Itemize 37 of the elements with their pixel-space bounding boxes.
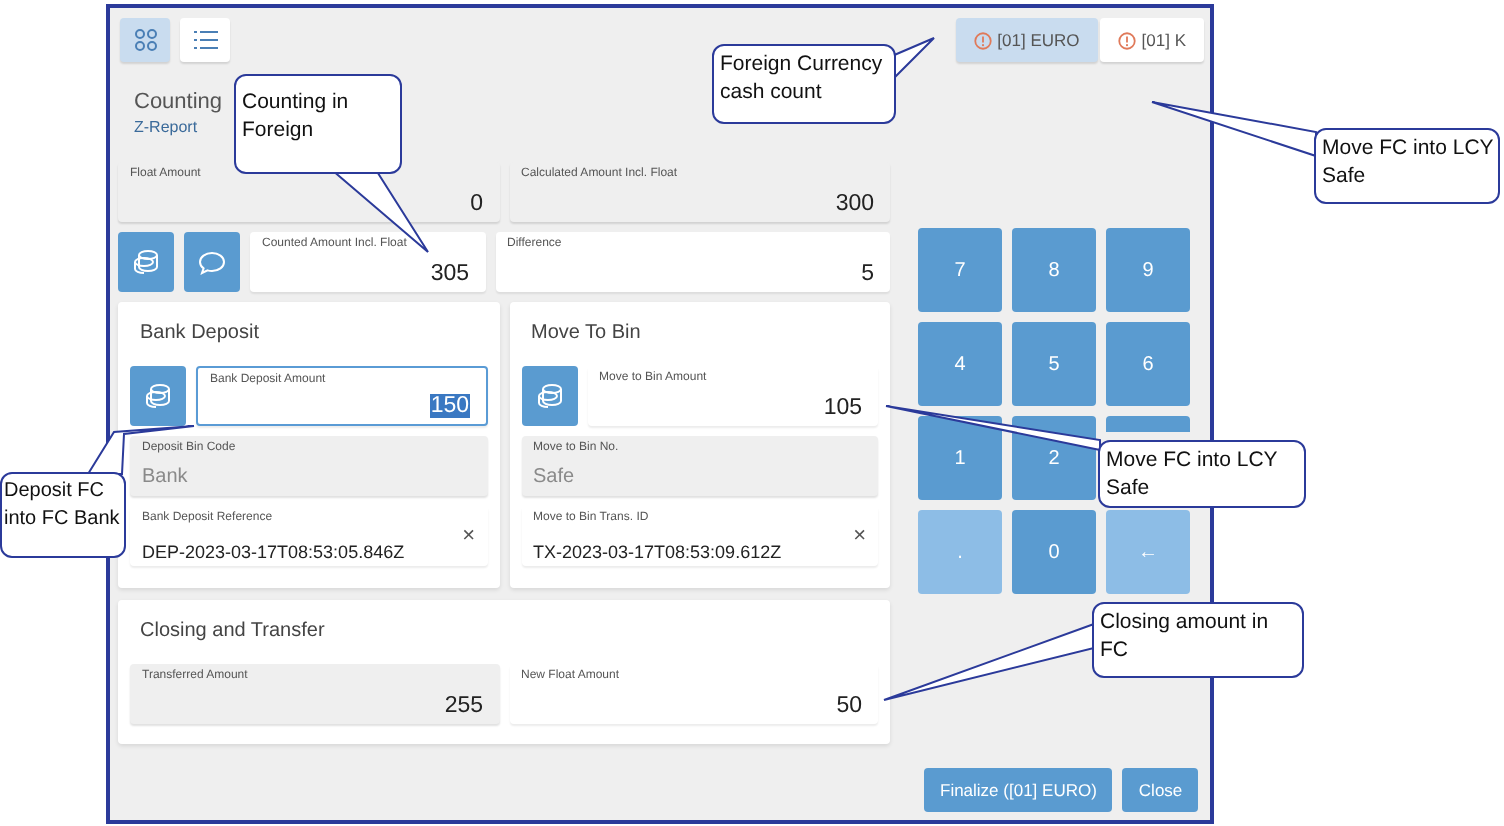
callout: Foreign Currency cash count: [712, 44, 896, 124]
keypad-key[interactable]: 6: [1106, 322, 1190, 406]
coins-icon: [535, 382, 563, 410]
keypad-key[interactable]: 5: [1012, 322, 1096, 406]
currency-tab[interactable]: [01] K: [1099, 18, 1204, 62]
warning-icon: [1117, 31, 1136, 49]
warning-icon: [973, 31, 992, 49]
keypad-key[interactable]: 8: [1012, 228, 1096, 312]
comment-button[interactable]: [184, 232, 240, 292]
grid-icon: [133, 28, 157, 52]
callout: Closing amount in FC: [1092, 602, 1304, 678]
section-title: Counting: [134, 90, 223, 114]
callout: Deposit FC into FC Bank: [0, 472, 126, 558]
panel-title: Closing and Transfer: [138, 618, 325, 646]
panel-title: Move To Bin: [529, 320, 641, 348]
action-button[interactable]: Finalize ([01] EURO): [924, 768, 1113, 812]
list-view-button[interactable]: [180, 18, 230, 62]
comment-icon: [198, 249, 226, 275]
currency-tab[interactable]: [01] EURO: [955, 18, 1098, 62]
keypad-key[interactable]: 4: [918, 322, 1002, 406]
callout: Move FC into LCY Safe: [1098, 440, 1306, 508]
coins-button[interactable]: [130, 366, 186, 426]
panel-title: Bank Deposit: [138, 320, 259, 348]
coins-icon: [144, 382, 172, 410]
keypad-key[interactable]: 9: [1106, 228, 1190, 312]
clear-button[interactable]: ×: [853, 526, 866, 548]
coins-icon: [132, 248, 160, 276]
action-button[interactable]: Close: [1122, 768, 1199, 812]
coins-button[interactable]: [521, 366, 577, 426]
keypad-key[interactable]: 0: [1012, 510, 1096, 594]
clear-button[interactable]: ×: [462, 526, 475, 548]
coins-button[interactable]: [118, 232, 174, 292]
section-subtitle: Z-Report: [134, 118, 198, 136]
grid-view-button[interactable]: [120, 18, 170, 62]
keypad-key[interactable]: 7: [918, 228, 1002, 312]
keypad-key[interactable]: 1: [918, 416, 1002, 500]
callout: Move FC into LCY Safe: [1314, 128, 1500, 204]
